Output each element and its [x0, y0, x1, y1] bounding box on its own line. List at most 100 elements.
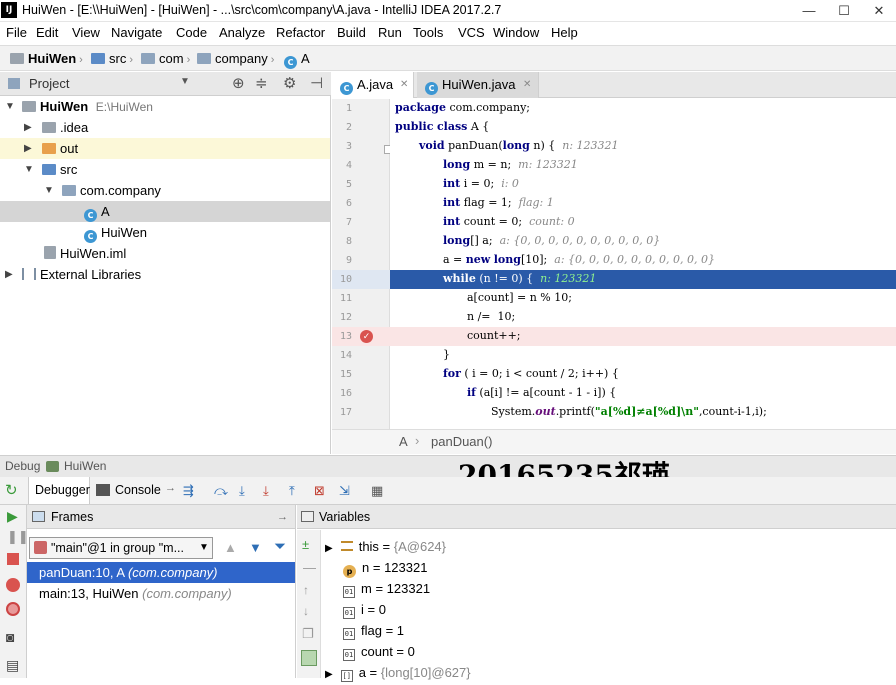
tree-item-src[interactable]: ▼ src: [0, 159, 330, 180]
variable-row-flag[interactable]: 01 flag = 1: [343, 620, 404, 641]
variable-row-this[interactable]: ▶ this = {A@624}: [325, 536, 446, 557]
breadcrumb-item-company[interactable]: company ›: [197, 51, 277, 66]
variable-row-n[interactable]: pn = 123321: [343, 557, 427, 578]
stop-icon[interactable]: [7, 553, 19, 565]
scroll-from-source-icon[interactable]: ⊕: [232, 74, 245, 92]
breadcrumb-item-a[interactable]: CA: [284, 51, 310, 69]
chevron-down-icon[interactable]: ▼: [5, 96, 15, 117]
tree-item-a[interactable]: CA: [0, 201, 330, 222]
chevron-down-icon[interactable]: ▼: [24, 159, 34, 180]
watches-icon[interactable]: [301, 650, 317, 666]
menu-navigate[interactable]: Navigate: [111, 25, 162, 40]
minimize-button[interactable]: —: [792, 0, 826, 22]
run-to-cursor-icon[interactable]: ⇲: [339, 483, 350, 499]
pin-arrow-icon[interactable]: →: [277, 505, 288, 529]
variable-row-i[interactable]: 01 i = 0: [343, 599, 386, 620]
thread-icon: [34, 541, 47, 554]
variable-row-count[interactable]: 01 count = 0: [343, 641, 415, 662]
tree-item-huiwen-class[interactable]: C HuiWen: [0, 222, 330, 243]
menu-refactor[interactable]: Refactor: [276, 25, 325, 40]
menu-help[interactable]: Help: [551, 25, 578, 40]
breadcrumb-item-src[interactable]: src ›: [91, 51, 136, 66]
editor-crumb-class[interactable]: A: [399, 434, 408, 449]
maximize-button[interactable]: ☐: [827, 0, 861, 22]
rerun-icon[interactable]: ↻: [5, 481, 18, 499]
chevron-right-icon[interactable]: ▶: [325, 669, 333, 680]
step-into-icon[interactable]: ⤓: [239, 483, 245, 499]
settings-icon[interactable]: ▤: [6, 657, 19, 674]
tab-huiwen-java[interactable]: C HuiWen.java ✕: [417, 72, 539, 98]
menu-build[interactable]: Build: [337, 25, 366, 40]
camera-icon[interactable]: ◙: [6, 629, 14, 645]
step-over-icon[interactable]: ⤼: [214, 483, 228, 499]
frame-item[interactable]: panDuan:10, A (com.company): [27, 562, 295, 583]
tree-item-external-libraries[interactable]: ▶ External Libraries: [0, 264, 330, 285]
dropdown-arrow-icon[interactable]: ▼: [180, 76, 190, 87]
arrow-up-icon[interactable]: ▲: [224, 540, 237, 555]
tab-debugger[interactable]: Debugger: [28, 477, 90, 504]
show-execution-point-icon[interactable]: ⇶: [183, 483, 194, 499]
run-config-name[interactable]: HuiWen: [64, 459, 106, 473]
menu-window[interactable]: Window: [493, 25, 539, 40]
gear-icon[interactable]: ⚙: [283, 74, 296, 92]
breadcrumb-item-com[interactable]: com ›: [141, 51, 193, 66]
hide-panel-icon[interactable]: ⊣: [310, 74, 323, 92]
tab-a-java[interactable]: C A.java ✕: [332, 72, 414, 98]
line-number: 10: [339, 274, 352, 285]
menu-view[interactable]: View: [72, 25, 100, 40]
tree-item-com-company[interactable]: ▼ com.company: [0, 180, 330, 201]
close-button[interactable]: ✕: [862, 0, 896, 22]
tree-item-iml[interactable]: HuiWen.iml: [0, 243, 330, 264]
menu-vcs[interactable]: VCS: [458, 25, 485, 40]
tree-item-huiwen[interactable]: ▼ HuiWen E:\HuiWen: [0, 96, 330, 117]
tree-item-label: HuiWen: [40, 99, 89, 114]
project-view-selector[interactable]: Project: [29, 76, 69, 91]
tree-item-idea[interactable]: ▶ .idea: [0, 117, 330, 138]
close-tab-icon[interactable]: ✕: [400, 72, 408, 98]
force-step-into-icon[interactable]: ⤓: [263, 483, 269, 499]
collapse-all-icon[interactable]: ≑: [255, 74, 268, 92]
frame-method: panDuan:10, A: [39, 565, 125, 580]
class-icon: C: [84, 209, 97, 222]
frame-item[interactable]: main:13, HuiWen (com.company): [27, 583, 295, 604]
evaluate-expression-icon[interactable]: ▦: [371, 483, 383, 499]
code-editor[interactable]: package com.company; public class A { vo…: [390, 99, 896, 429]
drop-frame-icon[interactable]: ⊠: [314, 483, 325, 499]
menu-analyze[interactable]: Analyze: [219, 25, 265, 40]
mute-breakpoints-icon[interactable]: [6, 602, 20, 616]
editor-crumb-method[interactable]: panDuan(): [431, 434, 492, 449]
chevron-down-icon[interactable]: ▼: [44, 180, 54, 201]
menu-file[interactable]: File: [6, 25, 27, 40]
resume-icon[interactable]: ▶: [7, 508, 18, 525]
chevron-right-icon[interactable]: ▶: [24, 117, 32, 138]
variable-row-m[interactable]: 01 m = 123321: [343, 578, 430, 599]
move-down-icon[interactable]: ↓: [303, 604, 309, 618]
copy-icon[interactable]: ❐: [302, 626, 314, 642]
arrow-down-icon[interactable]: ▼: [249, 540, 262, 555]
menu-tools[interactable]: Tools: [413, 25, 443, 40]
chevron-right-icon[interactable]: ▶: [325, 543, 333, 554]
chevron-right-icon[interactable]: ▶: [5, 264, 13, 285]
code-line-2: public class A {: [395, 120, 490, 133]
tab-console[interactable]: Console →: [93, 477, 177, 504]
menu-run[interactable]: Run: [378, 25, 402, 40]
filter-icon[interactable]: ⏷: [274, 538, 286, 555]
code-line-4: long m = n; m: 123321: [443, 158, 578, 171]
menu-code[interactable]: Code: [176, 25, 207, 40]
tree-item-out[interactable]: ▶ out: [0, 138, 330, 159]
variable-eq: =: [369, 560, 385, 575]
view-breakpoints-icon[interactable]: [6, 578, 20, 592]
remove-watch-icon[interactable]: —: [303, 560, 316, 575]
new-watch-icon[interactable]: ±: [302, 537, 309, 552]
step-out-icon[interactable]: ⤒: [289, 483, 295, 499]
breadcrumb-item-project[interactable]: HuiWen ›: [10, 51, 86, 66]
breakpoint-icon[interactable]: ✓: [360, 330, 373, 343]
thread-selector[interactable]: "main"@1 in group "m... ▼: [29, 537, 213, 559]
move-up-icon[interactable]: ↑: [303, 583, 309, 597]
chevron-right-icon[interactable]: ▶: [24, 138, 32, 159]
variable-row-a[interactable]: ▶[] a = {long[10]@627}: [325, 662, 471, 683]
close-tab-icon[interactable]: ✕: [523, 72, 531, 98]
pause-icon[interactable]: ❚❚: [7, 529, 29, 545]
editor-gutter[interactable]: 1 2 3 4 5 6 7 8 9 10 11 12 13 14 15 16 1…: [332, 99, 415, 429]
menu-edit[interactable]: Edit: [36, 25, 58, 40]
